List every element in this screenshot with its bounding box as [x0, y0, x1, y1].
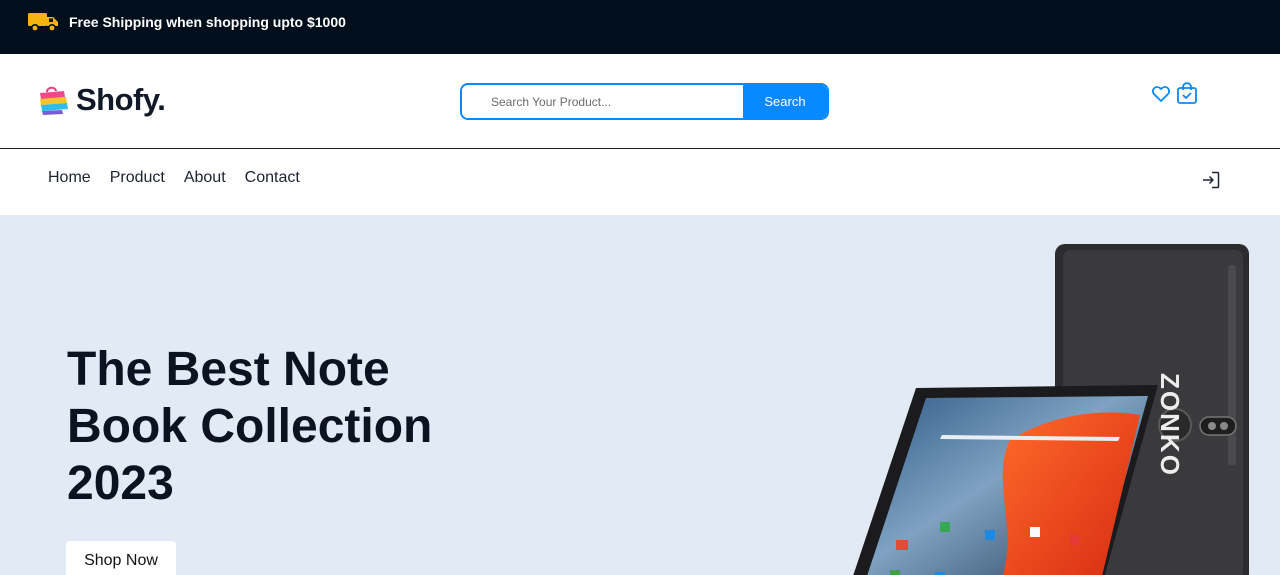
shop-now-button[interactable]: Shop Now: [66, 541, 176, 575]
hero-banner: The Best Note Book Collection 2023 Shop …: [0, 215, 1280, 575]
main-nav: Home Product About Contact: [0, 150, 1280, 215]
tablet-brand-text: ZONKO: [1155, 373, 1185, 477]
login-icon[interactable]: [1201, 170, 1221, 190]
shopping-bag-logo-icon: [40, 86, 68, 115]
nav-link-contact[interactable]: Contact: [245, 168, 300, 188]
announcement-bar: Free Shipping when shopping upto $1000: [0, 0, 1280, 54]
truck-icon: [28, 13, 58, 33]
hero-headline: The Best Note Book Collection 2023: [67, 343, 433, 510]
shopping-bag-icon[interactable]: [1176, 82, 1198, 105]
nav-link-about[interactable]: About: [184, 168, 226, 188]
search-bar: Search: [460, 83, 829, 120]
site-header: Shofy. Search: [0, 54, 1280, 149]
logo-text: Shofy.: [76, 82, 166, 117]
nav-links: Home Product About Contact: [48, 168, 300, 188]
search-input[interactable]: [462, 85, 743, 118]
free-shipping-text: Free Shipping when shopping upto $1000: [69, 14, 346, 30]
tablet-product-image: ZONKO: [853, 244, 1249, 575]
heart-icon[interactable]: [1151, 84, 1171, 104]
nav-link-home[interactable]: Home: [48, 168, 91, 188]
logo[interactable]: Shofy.: [37, 80, 166, 120]
search-button[interactable]: Search: [743, 85, 827, 118]
nav-link-product[interactable]: Product: [110, 168, 165, 188]
